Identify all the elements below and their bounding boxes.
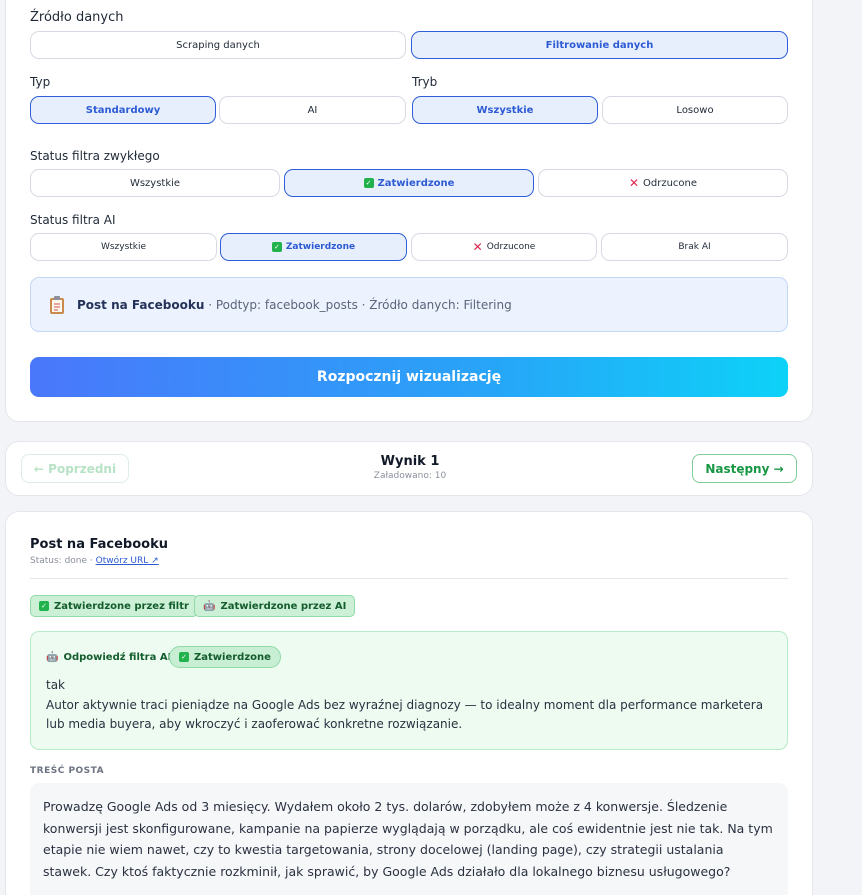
- regular-filter-rejected-label: Odrzucone: [643, 177, 698, 189]
- check-icon: ✓: [363, 178, 374, 188]
- robot-icon: 🤖: [203, 600, 216, 612]
- cross-icon: ✕: [472, 240, 483, 254]
- result-post-title: Post na Facebooku: [30, 537, 168, 552]
- start-visualization-button[interactable]: Rozpocznij wizualizację: [30, 357, 788, 397]
- ai-response-header: 🤖 Odpowiedź filtra AI: [46, 652, 171, 663]
- ai-filter-all[interactable]: Wszystkie: [30, 233, 217, 261]
- ai-filter-rejected-label: Odrzucone: [486, 242, 536, 252]
- cross-icon: ✕: [628, 176, 640, 190]
- badge-filter-approved: ✓ Zatwierdzone przez filtr: [30, 595, 198, 617]
- previous-button[interactable]: ← Poprzedni: [21, 454, 129, 483]
- clipboard-icon: [50, 295, 64, 314]
- ai-filter-rejected[interactable]: ✕ Odrzucone: [411, 233, 597, 261]
- ai-filter-approved-label: Zatwierdzone: [285, 242, 356, 252]
- content-label: TREŚĆ POSTA: [30, 766, 105, 776]
- mode-option-all[interactable]: Wszystkie: [412, 96, 598, 124]
- result-counter: Wynik 1 Załadowano: 10: [306, 454, 514, 481]
- ai-response-label: Odpowiedź filtra AI: [63, 652, 172, 663]
- mode-label: Tryb: [412, 75, 438, 89]
- result-status-line: Status: done · Otwórz URL ↗: [30, 556, 159, 566]
- type-option-standard[interactable]: Standardowy: [30, 96, 216, 124]
- mode-option-random[interactable]: Losowo: [602, 96, 788, 124]
- regular-filter-all[interactable]: Wszystkie: [30, 169, 280, 197]
- info-details: · Podtyp: facebook_posts · Źródło danych…: [208, 297, 512, 312]
- divider: [30, 578, 788, 579]
- regular-filter-label: Status filtra zwykłego: [30, 149, 160, 163]
- source-label: Źródło danych: [30, 10, 124, 25]
- result-card: Post na Facebooku Status: done · Otwórz …: [5, 511, 813, 895]
- ai-filter-approved[interactable]: ✓ Zatwierdzone: [220, 233, 407, 261]
- check-icon: ✓: [179, 652, 189, 662]
- post-content: Prowadzę Google Ads od 3 miesięcy. Wydał…: [43, 799, 773, 879]
- result-status: Status: done ·: [30, 556, 93, 566]
- regular-filter-rejected[interactable]: ✕ Odrzucone: [538, 169, 788, 197]
- ai-filter-label: Status filtra AI: [30, 213, 116, 227]
- post-content-box: Prowadzę Google Ads od 3 miesięcy. Wydał…: [30, 783, 788, 895]
- info-title: Post na Facebooku: [77, 297, 205, 312]
- ai-filter-all-label: Wszystkie: [100, 242, 147, 252]
- ai-answer: tak: [46, 678, 66, 692]
- check-icon: ✓: [271, 242, 282, 252]
- info-text: Post na Facebooku · Podtyp: facebook_pos…: [77, 298, 512, 312]
- regular-filter-approved-label: Zatwierdzone: [377, 177, 455, 189]
- ai-response-pill: ✓ Zatwierdzone: [169, 646, 281, 668]
- result-title: Wynik 1: [380, 454, 440, 469]
- source-option-filtering[interactable]: Filtrowanie danych: [411, 31, 788, 59]
- navigation-card: ← Poprzedni Wynik 1 Załadowano: 10 Nastę…: [5, 441, 813, 496]
- ai-reason: Autor aktywnie traci pieniądze na Google…: [46, 698, 764, 731]
- source-option-scraping[interactable]: Scraping danych: [30, 31, 406, 59]
- type-option-ai[interactable]: AI: [219, 96, 406, 124]
- type-label: Typ: [30, 75, 51, 89]
- next-button[interactable]: Następny →: [692, 454, 797, 483]
- ai-response-box: 🤖 Odpowiedź filtra AI ✓ Zatwierdzone tak…: [30, 631, 788, 750]
- open-url-link[interactable]: Otwórz URL ↗: [96, 556, 159, 566]
- badge-filter-label: Zatwierdzone przez filtr: [54, 600, 189, 612]
- loaded-count: Załadowano: 10: [373, 471, 447, 481]
- badge-ai-approved: 🤖 Zatwierdzone przez AI: [194, 595, 356, 617]
- regular-filter-all-label: Wszystkie: [129, 177, 181, 189]
- ai-filter-no-ai[interactable]: Brak AI: [601, 233, 788, 261]
- ai-response-pill-label: Zatwierdzone: [194, 651, 271, 663]
- ai-filter-no-ai-label: Brak AI: [678, 242, 711, 252]
- info-box: Post na Facebooku · Podtyp: facebook_pos…: [30, 277, 788, 332]
- robot-icon: 🤖: [46, 652, 59, 663]
- settings-card: Źródło danych Scraping danych Filtrowani…: [5, 0, 813, 422]
- check-icon: ✓: [39, 601, 49, 611]
- regular-filter-approved[interactable]: ✓ Zatwierdzone: [284, 169, 534, 197]
- badge-ai-label: Zatwierdzone przez AI: [220, 600, 347, 612]
